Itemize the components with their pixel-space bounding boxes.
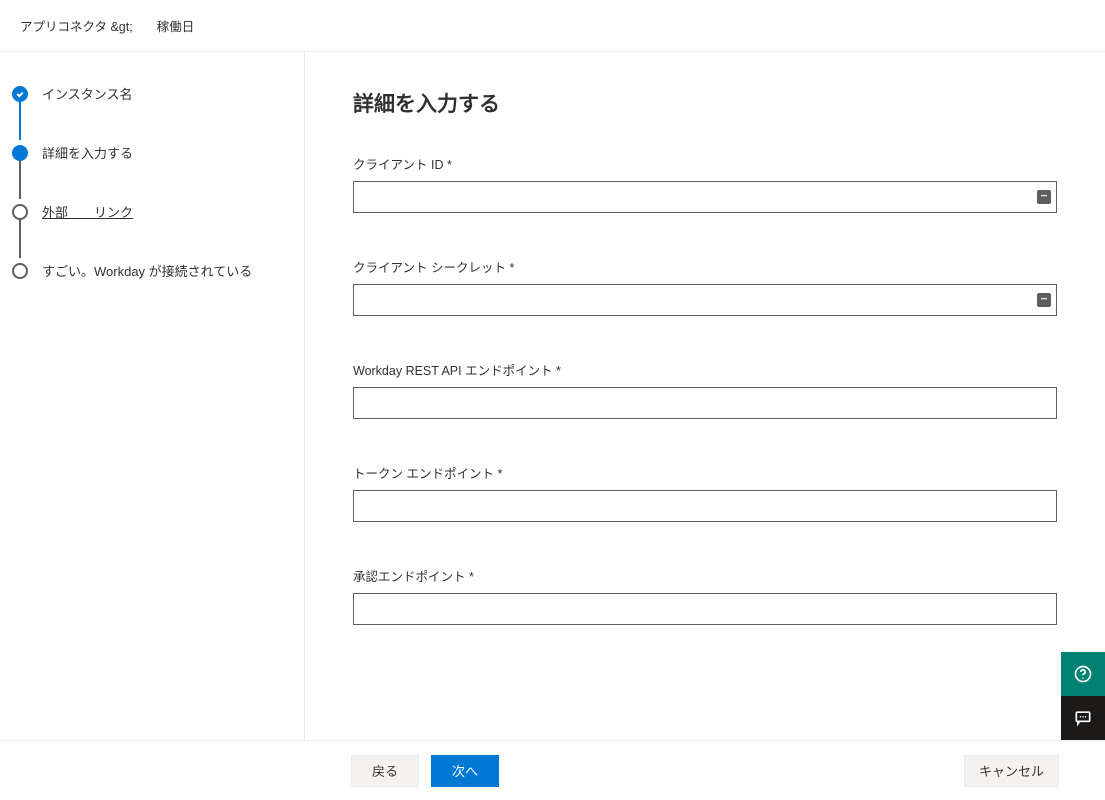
step-label: 外部 リンク	[42, 202, 133, 221]
step-external-link[interactable]: 外部 リンク	[12, 202, 288, 261]
floating-actions	[1061, 652, 1105, 740]
input-wrapper	[353, 284, 1057, 316]
field-client-secret: クライアント シークレット *	[353, 257, 1057, 316]
auth-endpoint-label: 承認エンドポイント *	[353, 566, 1057, 585]
step-connected[interactable]: すごい。Workday が接続されている	[12, 261, 288, 280]
step-enter-details[interactable]: 詳細を入力する	[12, 143, 288, 202]
input-wrapper	[353, 387, 1057, 419]
auth-endpoint-input[interactable]	[353, 593, 1057, 625]
step-connector	[19, 159, 21, 199]
client-id-label: クライアント ID *	[353, 154, 1057, 173]
rest-api-input[interactable]	[353, 387, 1057, 419]
form-title: 詳細を入力する	[353, 88, 1057, 118]
client-secret-label: クライアント シークレット *	[353, 257, 1057, 276]
step-connector	[19, 100, 21, 140]
help-icon	[1073, 664, 1093, 684]
footer: 戻る 次へ キャンセル	[0, 740, 1105, 800]
step-list: インスタンス名 詳細を入力する 外部 リンク すごい。Workday が接続され…	[12, 84, 288, 280]
field-token-endpoint: トークン エンドポイント *	[353, 463, 1057, 522]
cancel-button[interactable]: キャンセル	[964, 755, 1059, 787]
step-dot-upcoming-icon	[12, 263, 28, 279]
field-auth-endpoint: 承認エンドポイント *	[353, 566, 1057, 625]
help-button[interactable]	[1061, 652, 1105, 696]
feedback-icon	[1073, 708, 1093, 728]
client-secret-input[interactable]	[353, 284, 1057, 316]
step-label: インスタンス名	[42, 84, 132, 103]
breadcrumb-item-2: 稼働日	[157, 16, 195, 35]
next-button[interactable]: 次へ	[431, 755, 499, 787]
step-label: 詳細を入力する	[42, 143, 133, 162]
client-id-input[interactable]	[353, 181, 1057, 213]
token-endpoint-label: トークン エンドポイント *	[353, 463, 1057, 482]
sidebar: インスタンス名 詳細を入力する 外部 リンク すごい。Workday が接続され…	[0, 52, 305, 740]
back-button[interactable]: 戻る	[351, 755, 419, 787]
breadcrumb-item-1: アプリコネクタ &gt;	[20, 16, 133, 35]
breadcrumb-bar: アプリコネクタ &gt; 稼働日	[0, 0, 1105, 52]
step-dot-current-icon	[12, 145, 28, 161]
feedback-button[interactable]	[1061, 696, 1105, 740]
field-client-id: クライアント ID *	[353, 154, 1057, 213]
step-label: すごい。Workday が接続されている	[42, 261, 252, 280]
input-wrapper	[353, 490, 1057, 522]
input-wrapper	[353, 181, 1057, 213]
step-dot-upcoming-icon	[12, 204, 28, 220]
field-rest-api-endpoint: Workday REST API エンドポイント *	[353, 360, 1057, 419]
rest-api-label: Workday REST API エンドポイント *	[353, 360, 1057, 379]
content: インスタンス名 詳細を入力する 外部 リンク すごい。Workday が接続され…	[0, 52, 1105, 740]
step-connector	[19, 218, 21, 258]
step-dot-completed-icon	[12, 86, 28, 102]
form-panel: 詳細を入力する クライアント ID * クライアント シークレット * Work…	[305, 52, 1105, 740]
step-instance-name[interactable]: インスタンス名	[12, 84, 288, 143]
footer-left: 戻る 次へ	[351, 755, 499, 787]
input-wrapper	[353, 593, 1057, 625]
token-endpoint-input[interactable]	[353, 490, 1057, 522]
footer-right: キャンセル	[964, 755, 1059, 787]
